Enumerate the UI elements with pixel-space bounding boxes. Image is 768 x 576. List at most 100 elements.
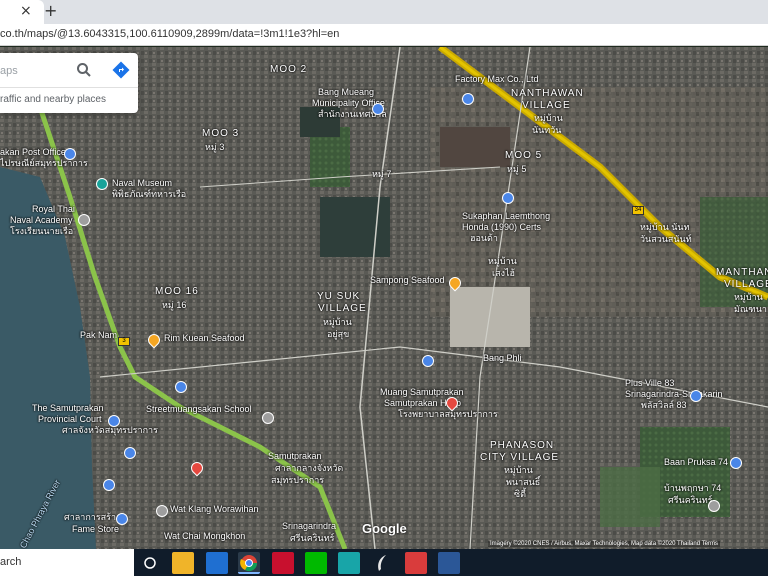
label-wat-klang: Wat Klang Worawihan	[170, 504, 259, 514]
search-hint: raffic and nearby places	[0, 94, 106, 105]
museum-pin-icon[interactable]	[96, 178, 108, 190]
label-mooban-seng-2: เสงไฮ้	[492, 268, 515, 278]
label-royal-thai: Royal Thai	[32, 204, 75, 214]
label-moo5: MOO 5	[505, 150, 543, 161]
label-moo3: MOO 3	[202, 128, 240, 139]
label-moo2: MOO 2	[270, 64, 308, 75]
baan-pruksa-pin-icon[interactable]	[730, 457, 742, 469]
label-honda-th: ฮอนด้า	[470, 233, 498, 243]
plaza-pin-icon[interactable]	[690, 390, 702, 402]
line-icon[interactable]	[305, 552, 327, 574]
label-phanason-th-2: พนาสนธิ์	[506, 477, 541, 487]
label-hospital-th: โรงพยาบาลสมุทรปราการ	[398, 409, 498, 419]
label-fire-station: Fame Store	[72, 524, 120, 534]
court-pin-icon[interactable]	[108, 415, 120, 427]
label-plaza: Plus Ville 83	[625, 378, 675, 388]
wat-klang-pin-icon[interactable]	[156, 505, 168, 517]
search-icon[interactable]	[76, 62, 92, 78]
label-mooban-seng: หมู่บ้าน	[488, 256, 517, 266]
label-yusuk-th: หมู่บ้าน	[323, 317, 352, 327]
honda-pin-icon[interactable]	[502, 192, 514, 204]
maps-search-box: aps raffic and nearby places	[0, 53, 138, 113]
label-post-office: akan Post Office	[0, 147, 66, 157]
fire-station-pin-icon[interactable]	[116, 513, 128, 525]
academy-pin-icon[interactable]	[78, 214, 90, 226]
browser-tab[interactable]: ×	[0, 0, 44, 24]
url-text[interactable]: co.th/maps/@13.6043315,100.6110909,2899m…	[0, 28, 339, 40]
label-manthana-th-2: มัณฑนา	[734, 304, 767, 314]
temple-pin-icon[interactable]	[124, 447, 136, 459]
label-srinagarindra-th: ศรีนครินทร์	[290, 533, 335, 543]
cortana-icon[interactable]	[139, 552, 161, 574]
label-phanason-th: หมู่บ้าน	[504, 465, 533, 475]
label-nanthawan: NANTHAWAN	[511, 88, 584, 99]
label-factory-max: Factory Max Co., Ltd	[455, 74, 539, 84]
map-attribution[interactable]: Imagery ©2020 CNES / Airbus, Maxar Techn…	[488, 541, 720, 547]
label-naval-academy-th: โรงเรียนนายเรือ	[10, 226, 74, 236]
label-naval-museum-th: พิพิธภัณฑ์ทหารเรือ	[112, 189, 187, 199]
baan-pruksa-2-pin-icon[interactable]	[708, 500, 720, 512]
word-icon[interactable]	[438, 552, 460, 574]
label-bang-mueang: Bang Mueang	[318, 87, 375, 97]
label-hospital: Muang Samutprakan	[380, 387, 464, 397]
label-yusuk: YU SUK	[317, 291, 361, 302]
label-samutprakan-center: Samutprakan	[268, 451, 322, 461]
chrome-icon[interactable]	[238, 552, 260, 574]
blue-pin-2-icon[interactable]	[103, 479, 115, 491]
label-mooban-nan-2: วันสวนสนันท์	[640, 234, 692, 244]
feather-icon[interactable]	[372, 552, 394, 574]
label-phanason-2: CITY VILLAGE	[480, 452, 560, 463]
label-bang-phli: Bang Phli	[483, 353, 522, 363]
post-office-pin-icon[interactable]	[64, 148, 76, 160]
close-tab-icon[interactable]: ×	[20, 3, 32, 19]
label-plaza-th: พลัสวิลล์ 83	[641, 400, 687, 410]
label-baan-pruksa74: Baan Pruksa 74	[664, 457, 729, 467]
label-honda: Honda (1990) Certs	[462, 222, 542, 232]
label-manthana: MANTHANA	[716, 267, 768, 278]
taskbar-search-box[interactable]: arch	[0, 549, 134, 576]
search-input[interactable]: aps	[0, 65, 18, 77]
label-srinagarindra: Srinagarindra	[282, 521, 337, 531]
factory-pin-icon[interactable]	[462, 93, 474, 105]
label-baan-pruksa74-th: บ้านพฤกษา 74	[664, 483, 722, 493]
label-phanason-th-3: ซิตี้	[514, 489, 526, 499]
file-explorer-icon[interactable]	[172, 552, 194, 574]
new-tab-button[interactable]: +	[44, 2, 57, 20]
label-nanthawan-th: หมู่บ้าน	[534, 113, 563, 123]
label-naval-museum: Naval Museum	[112, 178, 173, 188]
label-nanthawan-th-2: นันทวัน	[532, 125, 562, 135]
taskbar: arch	[0, 549, 768, 576]
label-school: Streetmuangsakan School	[146, 404, 252, 414]
label-samutprakan-center-th-2: สมุทรปราการ	[271, 475, 325, 485]
label-yusuk-2: VILLAGE	[318, 303, 367, 314]
label-pak-nam: Pak Nam	[80, 330, 118, 340]
label-manthana-2: VILLAGE	[724, 279, 768, 290]
camera-icon[interactable]	[405, 552, 427, 574]
motorway-shield: 34	[632, 206, 644, 215]
school-2-pin-icon[interactable]	[262, 412, 274, 424]
office-pin-icon[interactable]	[372, 103, 384, 115]
label-mooban-nan: หมู่บ้าน นันท	[640, 222, 690, 232]
route-shield: 3	[118, 337, 130, 346]
directions-icon[interactable]	[112, 61, 130, 79]
address-bar[interactable]: co.th/maps/@13.6043315,100.6110909,2899m…	[0, 24, 768, 46]
label-sukaphan: Sukaphan Laemthong	[462, 211, 551, 221]
google-logo: Google	[362, 521, 407, 536]
satellite-map[interactable]: aps raffic and nearby places MOO 2 Bang …	[0, 47, 768, 549]
label-yusuk-th-2: อยู่สุข	[327, 329, 350, 339]
label-moo16-th: หมู่ 16	[162, 300, 187, 310]
search-divider	[0, 87, 138, 88]
taskbar-search-text: arch	[0, 556, 22, 568]
label-manthana-th: หมู่บ้าน	[734, 292, 763, 302]
school-pin-icon[interactable]	[175, 381, 187, 393]
map-imagery	[0, 47, 768, 549]
label-moo5-th: หมู่ 5	[507, 164, 527, 174]
acrobat-icon[interactable]	[272, 552, 294, 574]
bang-phli-pin-icon[interactable]	[422, 355, 434, 367]
label-samutprakan-court: The Samutprakan	[32, 403, 104, 413]
mail-icon[interactable]	[206, 552, 228, 574]
photoshop-icon[interactable]	[338, 552, 360, 574]
label-samutprakan-court-th: ศาลจังหวัดสมุทรปราการ	[62, 425, 158, 435]
label-fire-station-th: ศาลาการสร้าง	[64, 512, 121, 522]
label-rim-kuean: Rim Kuean Seafood	[164, 333, 245, 343]
